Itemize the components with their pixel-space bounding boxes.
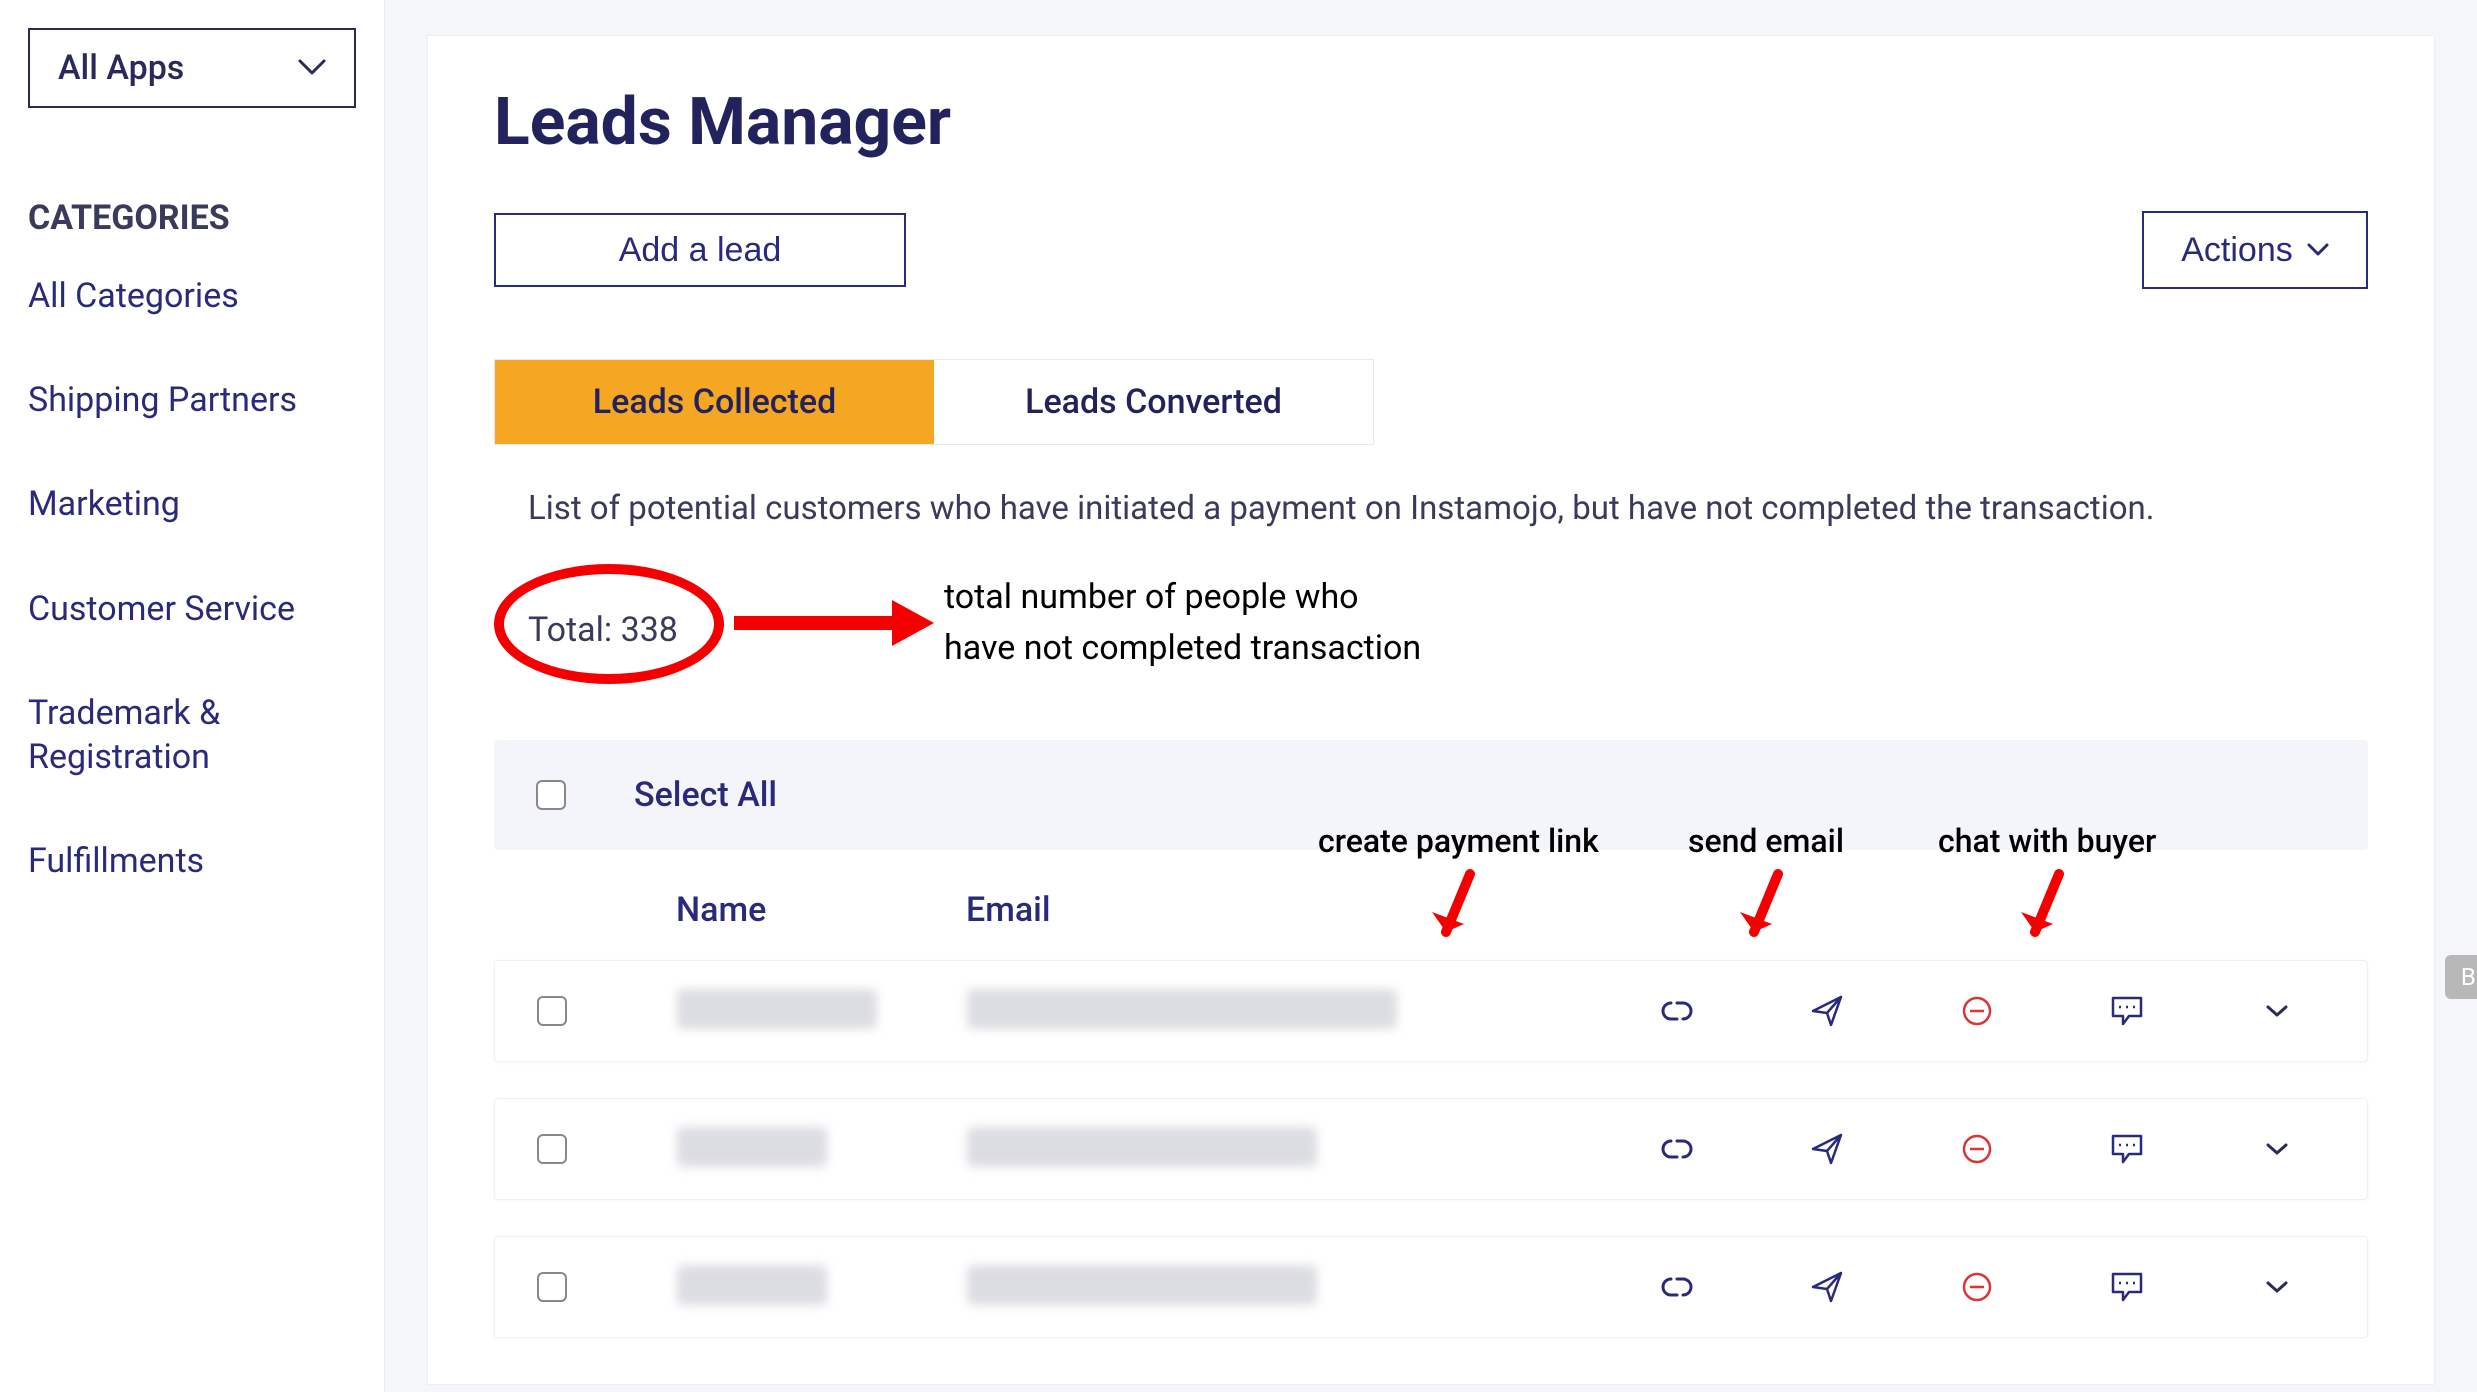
create-payment-link-icon[interactable] — [1657, 1129, 1697, 1169]
remove-icon[interactable] — [1957, 1129, 1997, 1169]
annotation-arrow-icon — [1736, 864, 1796, 954]
blur-side-tab[interactable]: Blur — [2445, 955, 2477, 999]
create-payment-link-icon[interactable] — [1657, 991, 1697, 1031]
row-email-cell — [967, 989, 1487, 1033]
table-row — [494, 1098, 2368, 1200]
categories-list: All Categories Shipping Partners Marketi… — [28, 274, 356, 883]
total-count: Total: 338 — [528, 610, 678, 650]
panel: Leads Manager Add a lead Actions Leads C… — [427, 35, 2435, 1385]
remove-icon[interactable] — [1957, 991, 1997, 1031]
expand-row-icon[interactable] — [2257, 1129, 2297, 1169]
expand-row-icon[interactable] — [2257, 991, 2297, 1031]
chat-icon[interactable] — [2107, 1129, 2147, 1169]
send-email-icon[interactable] — [1807, 991, 1847, 1031]
annotation-arrow-icon — [2017, 864, 2077, 954]
chat-icon[interactable] — [2107, 991, 2147, 1031]
expand-row-icon[interactable] — [2257, 1267, 2297, 1307]
page-title: Leads Manager — [494, 84, 2368, 161]
main-content: Leads Manager Add a lead Actions Leads C… — [385, 0, 2477, 1392]
sidebar-item-all-categories[interactable]: All Categories — [28, 274, 356, 318]
tab-description: List of potential customers who have ini… — [494, 489, 2368, 528]
row-actions — [1657, 1129, 2367, 1169]
actions-label: Actions — [2181, 231, 2293, 270]
row-name-cell — [677, 1127, 967, 1171]
categories-heading: CATEGORIES — [28, 198, 356, 238]
row-actions — [1657, 1267, 2367, 1307]
select-all-checkbox[interactable] — [536, 780, 566, 810]
row-checkbox[interactable] — [537, 1272, 567, 1302]
tab-leads-collected[interactable]: Leads Collected — [495, 360, 934, 444]
sidebar-item-customer-service[interactable]: Customer Service — [28, 587, 356, 631]
annotation-total-note: total number of people who have not comp… — [944, 572, 1421, 674]
chat-icon[interactable] — [2107, 1267, 2147, 1307]
sidebar: All Apps CATEGORIES All Categories Shipp… — [0, 0, 385, 1392]
table-row — [494, 1236, 2368, 1338]
column-headers: Name Email create payment link send — [494, 860, 2368, 960]
annotation-arrow-icon — [734, 610, 944, 634]
tab-leads-converted[interactable]: Leads Converted — [934, 360, 1373, 444]
row-email-cell — [967, 1127, 1487, 1171]
send-email-icon[interactable] — [1807, 1129, 1847, 1169]
annotation-arrow-icon — [1428, 864, 1488, 954]
annotation-chat: chat with buyer — [1938, 822, 2156, 954]
actions-dropdown[interactable]: Actions — [2142, 211, 2368, 289]
row-actions — [1657, 991, 2367, 1031]
annotation-create-link: create payment link — [1318, 822, 1599, 954]
col-header-name: Name — [676, 890, 966, 930]
row-name-cell — [677, 1265, 967, 1309]
all-apps-dropdown[interactable]: All Apps — [28, 28, 356, 108]
sidebar-item-trademark-registration[interactable]: Trademark & Registration — [28, 691, 356, 779]
annotation-group: create payment link send email — [1318, 822, 2308, 972]
select-all-label: Select All — [634, 775, 777, 815]
toolbar: Add a lead Actions — [494, 211, 2368, 289]
remove-icon[interactable] — [1957, 1267, 1997, 1307]
chevron-down-icon — [2307, 243, 2329, 257]
sidebar-item-shipping-partners[interactable]: Shipping Partners — [28, 378, 356, 422]
annotation-send-email: send email — [1688, 822, 1844, 954]
row-checkbox[interactable] — [537, 1134, 567, 1164]
chevron-down-icon — [298, 59, 326, 77]
row-email-cell — [967, 1265, 1487, 1309]
all-apps-label: All Apps — [58, 48, 184, 88]
row-checkbox[interactable] — [537, 996, 567, 1026]
row-name-cell — [677, 989, 967, 1033]
send-email-icon[interactable] — [1807, 1267, 1847, 1307]
sidebar-item-fulfillments[interactable]: Fulfillments — [28, 839, 356, 883]
add-lead-button[interactable]: Add a lead — [494, 213, 906, 287]
tabs: Leads Collected Leads Converted — [494, 359, 1374, 445]
table-row — [494, 960, 2368, 1062]
total-wrap: Total: 338 total number of people who ha… — [494, 570, 2368, 690]
create-payment-link-icon[interactable] — [1657, 1267, 1697, 1307]
leads-table: Select All Name Email create payment lin… — [494, 740, 2368, 1338]
sidebar-item-marketing[interactable]: Marketing — [28, 482, 356, 526]
